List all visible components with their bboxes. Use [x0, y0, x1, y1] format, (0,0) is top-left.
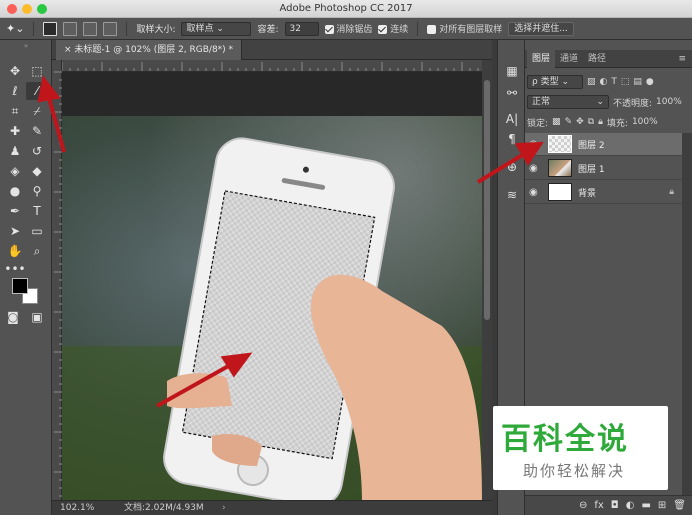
watermark-subtitle: 助你轻松解决 [523, 462, 626, 480]
layer-arrow-line [476, 152, 526, 184]
watermark-logo: 百科全说 助你轻松解决 [493, 406, 668, 490]
tool-arrow-line [47, 97, 66, 153]
watermark-title: 百科全说 [501, 422, 629, 457]
layer-arrow-icon [514, 141, 544, 166]
tool-arrow-icon [37, 75, 61, 103]
